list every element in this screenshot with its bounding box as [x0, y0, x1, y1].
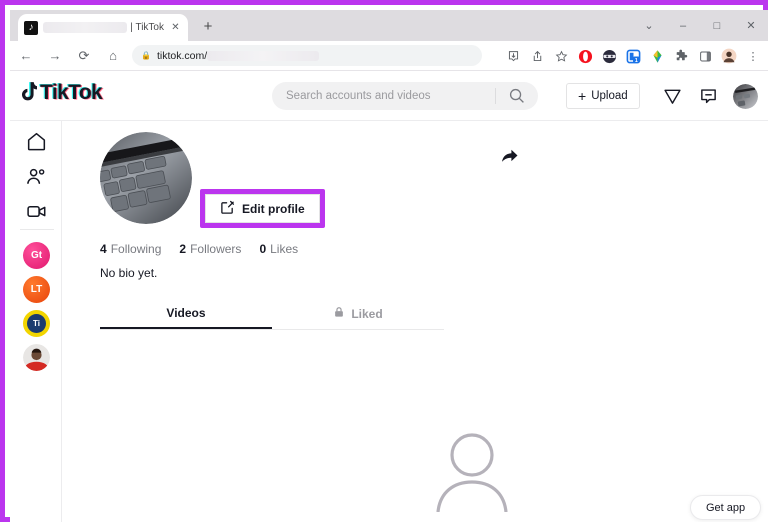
stat-following[interactable]: 4 Following — [100, 242, 161, 256]
lock-icon — [333, 306, 345, 321]
profile-bio: No bio yet. — [100, 266, 157, 280]
search-box[interactable] — [272, 82, 538, 110]
tab-videos-label: Videos — [166, 306, 205, 320]
edit-profile-label: Edit profile — [242, 202, 305, 216]
browser-toolbar: ← → ⟳ ⌂ 🔒 tiktok.com/ 1 — [10, 41, 768, 71]
opera-extension-icon[interactable] — [575, 46, 596, 67]
upload-button[interactable]: + Upload — [566, 83, 640, 109]
sidebar-item-live[interactable] — [24, 199, 49, 224]
tiktok-site-header: TikTok + Upload — [10, 71, 768, 121]
sidebar-account-2-initials: LT — [31, 284, 42, 295]
profile-username — [204, 139, 384, 161]
downloads-icon[interactable] — [503, 46, 524, 67]
sidebar-account-4[interactable] — [23, 344, 50, 371]
plus-icon: + — [578, 88, 586, 104]
edit-square-pencil-icon — [220, 200, 235, 218]
sidebar-account-1-initials: Gt — [31, 250, 42, 261]
stat-followers-count: 2 — [179, 242, 186, 256]
tab-title: | TikTok — [130, 22, 164, 33]
profile-main: Edit profile 4 Following 2 Followers 0 Like… — [62, 121, 768, 522]
sidebar-divider — [20, 229, 54, 230]
bookmark-star-icon[interactable] — [551, 46, 572, 67]
get-app-button[interactable]: Get app — [690, 495, 761, 520]
edit-profile-highlight: Edit profile — [200, 189, 325, 228]
profile-tabs: Videos Liked — [100, 298, 444, 330]
tab-title-redacted — [43, 22, 127, 33]
paper-plane-icon[interactable] — [661, 85, 683, 107]
lock-icon: 🔒 — [141, 51, 151, 60]
sidebar-account-3-initials: Ti — [27, 314, 46, 333]
chrome-menu-icon[interactable]: ⋮ — [743, 46, 764, 67]
tab-close-icon[interactable]: ✕ — [169, 21, 182, 34]
message-bubble-icon[interactable] — [697, 85, 719, 107]
stat-followers[interactable]: 2 Followers — [179, 242, 241, 256]
stat-following-count: 4 — [100, 242, 107, 256]
chrome-profile-avatar-icon[interactable] — [719, 46, 740, 67]
tab-liked[interactable]: Liked — [272, 298, 444, 329]
stat-likes[interactable]: 0 Likes — [259, 242, 298, 256]
stat-likes-label: Likes — [270, 242, 298, 256]
toolbar-icon-group: 1 ⋮ — [501, 41, 765, 71]
browser-window: ♪ | TikTok ✕ + ⌄ – □ ✕ ← → ⟳ ⌂ 🔒 tiktok.… — [10, 10, 768, 522]
extensions-puzzle-icon[interactable] — [671, 46, 692, 67]
edit-profile-button[interactable]: Edit profile — [205, 194, 320, 223]
ninja-extension-icon[interactable] — [599, 46, 620, 67]
upload-label: Upload — [591, 90, 627, 102]
header-avatar[interactable] — [733, 84, 758, 109]
tiktok-wordmark: TikTok — [40, 81, 102, 105]
browser-window-highlight-frame: ♪ | TikTok ✕ + ⌄ – □ ✕ ← → ⟳ ⌂ 🔒 tiktok.… — [0, 0, 768, 522]
forward-icon[interactable]: → — [42, 43, 68, 69]
reload-icon[interactable]: ⟳ — [71, 43, 97, 69]
share-page-icon[interactable] — [527, 46, 548, 67]
stat-likes-count: 0 — [259, 242, 266, 256]
url-redacted-portion — [207, 51, 319, 61]
svg-text:1: 1 — [634, 57, 637, 63]
address-bar[interactable]: 🔒 tiktok.com/ — [132, 45, 482, 66]
browser-tab-strip: ♪ | TikTok ✕ + ⌄ – □ ✕ — [10, 10, 768, 41]
url-text: tiktok.com/ — [157, 50, 207, 62]
close-window-button[interactable]: ✕ — [734, 10, 768, 41]
tiktok-logo[interactable]: TikTok — [18, 81, 102, 105]
new-tab-button[interactable]: + — [198, 17, 218, 37]
profile-stats: 4 Following 2 Followers 0 Likes — [100, 242, 298, 256]
back-icon[interactable]: ← — [13, 43, 39, 69]
home-icon[interactable]: ⌂ — [100, 43, 126, 69]
sidebar-item-following[interactable] — [24, 164, 49, 189]
tiktok-note-icon — [18, 82, 37, 104]
person-outline-icon — [434, 432, 510, 512]
tab-manager-extension-icon[interactable]: 1 — [623, 46, 644, 67]
get-app-label: Get app — [706, 502, 745, 514]
grammarly-extension-icon[interactable] — [647, 46, 668, 67]
share-arrow-icon[interactable] — [497, 143, 523, 169]
browser-tab-tiktok[interactable]: ♪ | TikTok ✕ — [18, 14, 188, 41]
tab-search-icon[interactable]: ⌄ — [632, 10, 666, 41]
sidebar-account-1[interactable]: Gt — [23, 242, 50, 269]
tiktok-favicon: ♪ — [24, 21, 38, 35]
profile-avatar-keyboard-photo[interactable] — [100, 132, 192, 224]
minimize-button[interactable]: – — [666, 10, 700, 41]
left-sidebar: Gt LT Ti — [10, 121, 62, 522]
stat-following-label: Following — [111, 242, 162, 256]
window-controls: ⌄ – □ ✕ — [632, 10, 768, 41]
search-input[interactable] — [272, 90, 495, 102]
side-panel-icon[interactable] — [695, 46, 716, 67]
stat-followers-label: Followers — [190, 242, 241, 256]
sidebar-item-for-you[interactable] — [24, 129, 49, 154]
maximize-button[interactable]: □ — [700, 10, 734, 41]
search-icon[interactable] — [496, 82, 538, 110]
sidebar-account-3[interactable]: Ti — [23, 310, 50, 337]
tab-videos[interactable]: Videos — [100, 298, 272, 329]
sidebar-account-2[interactable]: LT — [23, 276, 50, 303]
tab-liked-label: Liked — [351, 307, 382, 321]
